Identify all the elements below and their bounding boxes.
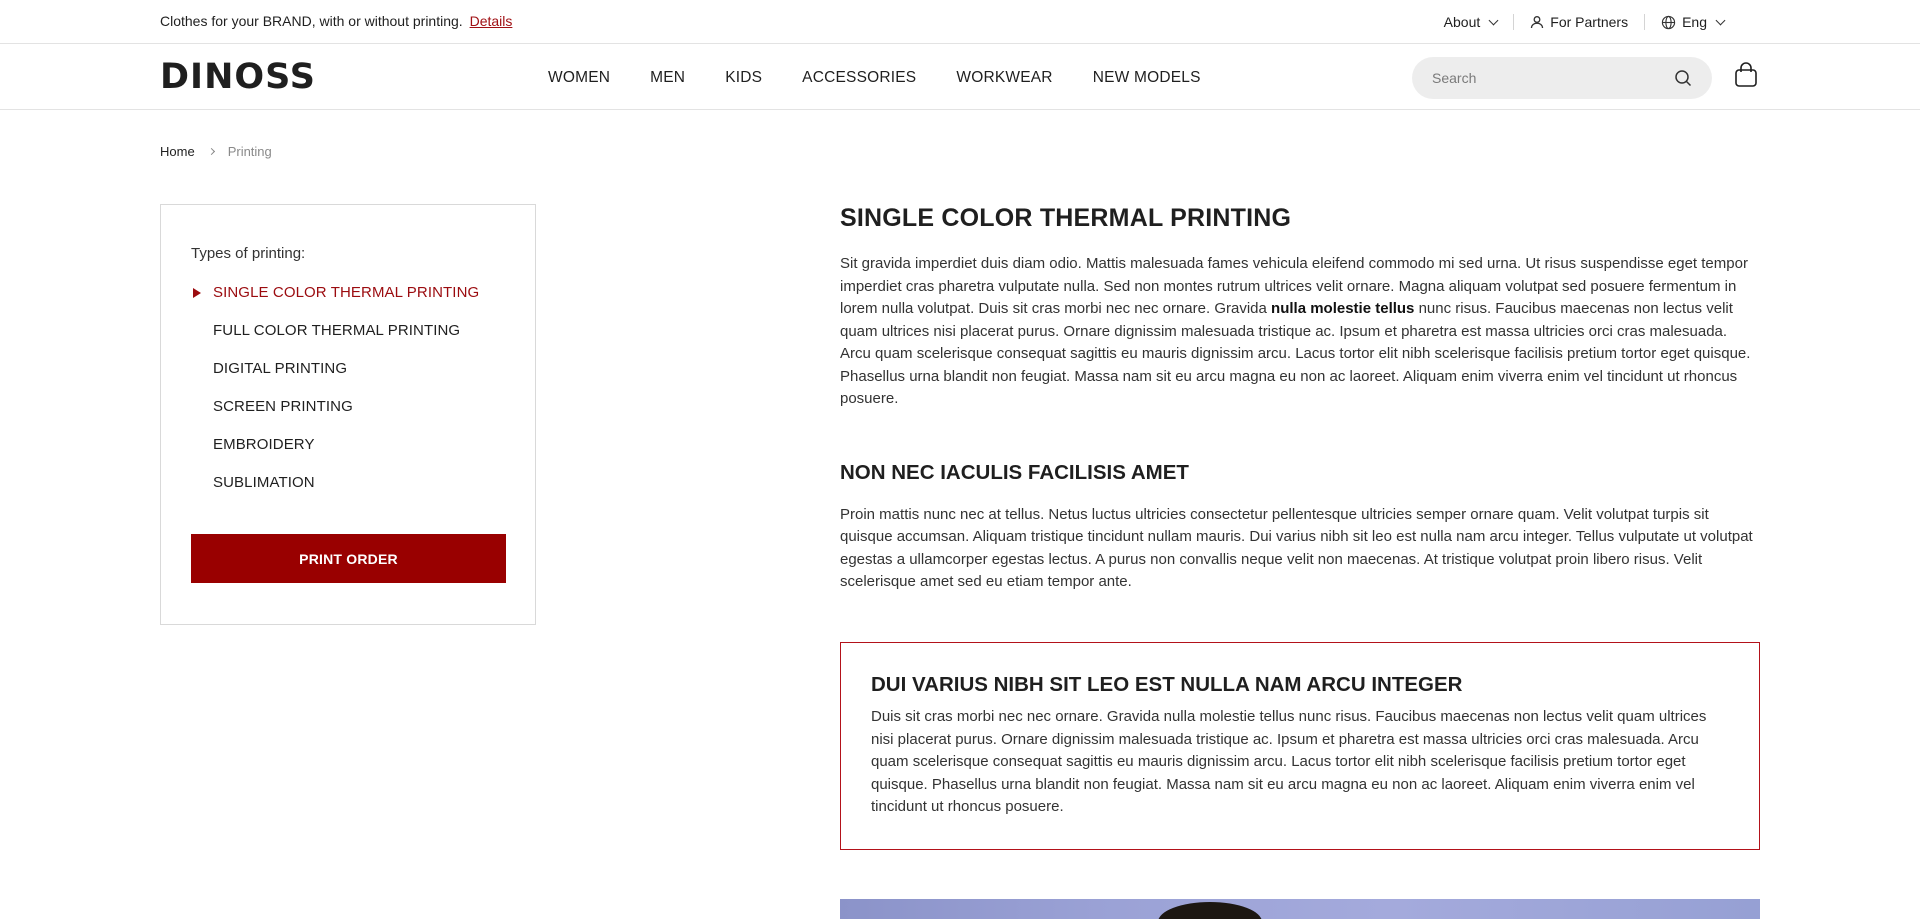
promo-details-link[interactable]: Details <box>470 13 513 29</box>
sidebar-item-label: SUBLIMATION <box>213 474 315 491</box>
for-partners-label: For Partners <box>1550 14 1629 30</box>
top-bar-menu: About For Partners Eng <box>1428 0 1740 44</box>
for-partners-link[interactable]: For Partners <box>1514 14 1644 30</box>
highlight-box: DUI VARIUS NIBH SIT LEO EST NULLA NAM AR… <box>840 642 1760 850</box>
shopping-bag-icon[interactable] <box>1734 62 1758 88</box>
highlight-text: Duis sit cras morbi nec nec ornare. Grav… <box>871 708 1707 815</box>
sidebar-item-label: EMBROIDERY <box>213 436 315 453</box>
main-header: DINOSS WOMEN MEN KIDS ACCESSORIES WORKWE… <box>0 45 1920 110</box>
sidebar-item-single-color-thermal[interactable]: SINGLE COLOR THERMAL PRINTING <box>191 284 505 322</box>
chevron-down-icon <box>1488 15 1499 25</box>
page-title: SINGLE COLOR THERMAL PRINTING <box>840 204 1292 232</box>
model-head-silhouette <box>1158 902 1262 919</box>
chevron-right-icon <box>207 147 215 156</box>
print-order-button[interactable]: PRINT ORDER <box>191 534 506 583</box>
sidebar-item-label: SCREEN PRINTING <box>213 398 353 415</box>
search-box <box>1412 57 1712 99</box>
nav-item-new-models[interactable]: NEW MODELS <box>1093 69 1201 87</box>
nav-item-kids[interactable]: KIDS <box>725 69 762 87</box>
sidebar-item-full-color-thermal[interactable]: FULL COLOR THERMAL PRINTING <box>191 322 505 360</box>
sidebar-title: Types of printing: <box>191 245 306 262</box>
breadcrumb: Home Printing <box>160 144 272 159</box>
chevron-down-icon <box>1715 15 1726 25</box>
nav-item-men[interactable]: MEN <box>650 69 685 87</box>
model-photo <box>840 899 1760 919</box>
brand-logo[interactable]: DINOSS <box>160 57 316 97</box>
promo-banner: Clothes for your BRAND, with or without … <box>160 13 512 29</box>
nav-item-workwear[interactable]: WORKWEAR <box>956 69 1052 87</box>
about-label: About <box>1443 14 1481 30</box>
sidebar-item-label: DIGITAL PRINTING <box>213 360 348 377</box>
sidebar-item-screen[interactable]: SCREEN PRINTING <box>191 398 505 436</box>
sidebar-item-digital[interactable]: DIGITAL PRINTING <box>191 360 505 398</box>
sidebar-item-embroidery[interactable]: EMBROIDERY <box>191 436 505 474</box>
globe-icon <box>1661 15 1676 29</box>
about-dropdown[interactable]: About <box>1428 14 1514 30</box>
language-dropdown[interactable]: Eng <box>1645 14 1740 30</box>
top-bar: Clothes for your BRAND, with or without … <box>0 0 1920 44</box>
section-subtitle: NON NEC IACULIS FACILISIS AMET <box>840 460 1189 484</box>
language-label: Eng <box>1682 14 1707 30</box>
nav-item-women[interactable]: WOMEN <box>548 69 610 87</box>
highlight-title: DUI VARIUS NIBH SIT LEO EST NULLA NAM AR… <box>871 673 1463 696</box>
search-icon[interactable] <box>1674 69 1692 87</box>
breadcrumb-current: Printing <box>227 144 272 159</box>
promo-text: Clothes for your BRAND, with or without … <box>160 13 463 29</box>
printing-types-sidebar: Types of printing: SINGLE COLOR THERMAL … <box>160 204 536 625</box>
intro-text-bold: nulla molestie tellus <box>1271 300 1415 317</box>
sidebar-item-sublimation[interactable]: SUBLIMATION <box>191 474 505 512</box>
main-nav: WOMEN MEN KIDS ACCESSORIES WORKWEAR NEW … <box>548 45 1241 110</box>
user-icon <box>1531 16 1544 29</box>
triangle-right-icon <box>193 288 201 298</box>
sidebar-item-label: FULL COLOR THERMAL PRINTING <box>213 322 461 339</box>
sidebar-item-label: SINGLE COLOR THERMAL PRINTING <box>213 284 480 301</box>
nav-item-accessories[interactable]: ACCESSORIES <box>802 69 916 87</box>
intro-paragraph: Sit gravida imperdiet duis diam odio. Ma… <box>840 253 1760 411</box>
search-input[interactable] <box>1432 70 1652 86</box>
article-content: SINGLE COLOR THERMAL PRINTING Sit gravid… <box>840 204 1760 919</box>
section-paragraph: Proin mattis nunc nec at tellus. Netus l… <box>840 505 1753 591</box>
breadcrumb-home[interactable]: Home <box>160 144 195 159</box>
